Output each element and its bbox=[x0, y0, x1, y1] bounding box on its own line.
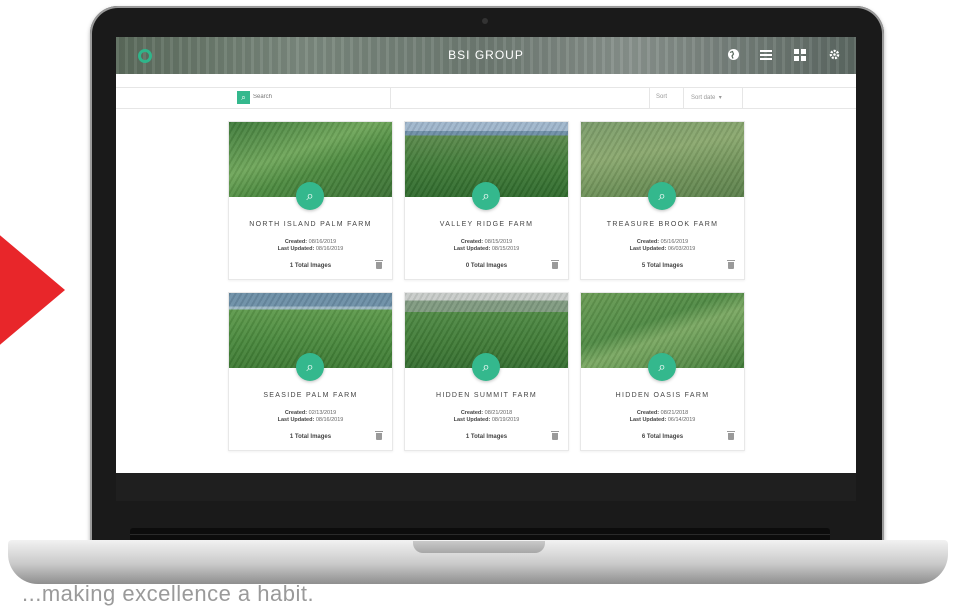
tagline: ...making excellence a habit. bbox=[22, 581, 315, 606]
app-title: BSI GROUP bbox=[448, 48, 524, 62]
trash-icon[interactable] bbox=[551, 431, 559, 440]
toolbar: ⌕ Sort Sort date ▾ bbox=[116, 87, 856, 109]
sort-select-value: Sort date bbox=[691, 95, 716, 101]
red-arrow-graphic bbox=[0, 210, 65, 370]
updated-date: Last Updated: 08/19/2019 bbox=[453, 417, 520, 423]
laptop-base-notch bbox=[413, 541, 545, 553]
trash-icon[interactable] bbox=[551, 260, 559, 269]
created-date: Created: 08/15/2019 bbox=[460, 239, 513, 245]
zoom-button[interactable]: ⌕ bbox=[296, 182, 324, 210]
app-footer bbox=[116, 473, 856, 501]
webcam bbox=[482, 18, 488, 24]
created-date: Created: 08/16/2019 bbox=[284, 239, 337, 245]
zoom-button[interactable]: ⌕ bbox=[648, 182, 676, 210]
zoom-button[interactable]: ⌕ bbox=[648, 353, 676, 381]
trash-icon[interactable] bbox=[727, 431, 735, 440]
chevron-down-icon: ▾ bbox=[717, 95, 722, 101]
search-icon: ⌕ bbox=[306, 359, 314, 374]
total-images: 0 Total Images bbox=[465, 263, 508, 269]
total-images: 5 Total Images bbox=[641, 263, 684, 269]
trash-icon[interactable] bbox=[375, 260, 383, 269]
sort-select[interactable]: Sort date ▾ bbox=[691, 94, 722, 101]
farm-title: NORTH ISLAND PALM FARM bbox=[249, 221, 372, 228]
search-icon: ⌕ bbox=[658, 188, 666, 203]
farm-card[interactable]: ⌕ VALLEY RIDGE FARM Created: 08/15/2019 … bbox=[404, 121, 569, 280]
zoom-button[interactable]: ⌕ bbox=[296, 353, 324, 381]
zoom-button[interactable]: ⌕ bbox=[472, 182, 500, 210]
toolbar-divider bbox=[390, 88, 391, 108]
farm-card[interactable]: ⌕ NORTH ISLAND PALM FARM Created: 08/16/… bbox=[228, 121, 393, 280]
updated-date: Last Updated: 08/16/2019 bbox=[277, 417, 344, 423]
farm-card[interactable]: ⌕ SEASIDE PALM FARM Created: 02/13/2019 … bbox=[228, 292, 393, 451]
farm-title: TREASURE BROOK FARM bbox=[606, 221, 719, 228]
search-icon: ⌕ bbox=[241, 93, 246, 102]
total-images: 6 Total Images bbox=[641, 434, 684, 440]
app-screen: BSI GROUP ⌕ Sort Sort date ▾ ⌕ NO bbox=[116, 37, 856, 501]
toolbar-divider bbox=[683, 88, 684, 108]
search-icon: ⌕ bbox=[658, 359, 666, 374]
farm-card[interactable]: ⌕ TREASURE BROOK FARM Created: 05/16/201… bbox=[580, 121, 745, 280]
updated-date: Last Updated: 08/15/2019 bbox=[453, 246, 520, 252]
trash-icon[interactable] bbox=[727, 260, 735, 269]
farm-card[interactable]: ⌕ HIDDEN SUMMIT FARM Created: 08/21/2018… bbox=[404, 292, 569, 451]
toolbar-divider bbox=[649, 88, 650, 108]
updated-date: Last Updated: 06/14/2019 bbox=[629, 417, 696, 423]
farm-title: SEASIDE PALM FARM bbox=[263, 392, 358, 399]
search-icon: ⌕ bbox=[482, 188, 490, 203]
farm-title: VALLEY RIDGE FARM bbox=[439, 221, 534, 228]
farm-title: HIDDEN SUMMIT FARM bbox=[435, 392, 538, 399]
red-arrow-graphic-body bbox=[0, 250, 8, 330]
total-images: 1 Total Images bbox=[465, 434, 508, 440]
search-icon: ⌕ bbox=[482, 359, 490, 374]
farm-card[interactable]: ⌕ HIDDEN OASIS FARM Created: 08/21/2018 … bbox=[580, 292, 745, 451]
search-icon: ⌕ bbox=[306, 188, 314, 203]
sort-label: Sort bbox=[656, 94, 668, 100]
gear-icon[interactable] bbox=[827, 48, 841, 62]
created-date: Created: 05/16/2019 bbox=[636, 239, 689, 245]
farm-title: HIDDEN OASIS FARM bbox=[615, 392, 710, 399]
trash-icon[interactable] bbox=[375, 431, 383, 440]
toolbar-divider bbox=[742, 88, 743, 108]
search-button[interactable]: ⌕ bbox=[237, 91, 250, 104]
list-view-icon[interactable] bbox=[759, 48, 773, 62]
updated-date: Last Updated: 06/03/2019 bbox=[629, 246, 696, 252]
search-input[interactable] bbox=[253, 91, 388, 103]
created-date: Created: 08/21/2018 bbox=[636, 410, 689, 416]
total-images: 1 Total Images bbox=[289, 263, 332, 269]
grid-view-icon[interactable] bbox=[793, 48, 807, 62]
created-date: Created: 02/13/2019 bbox=[284, 410, 337, 416]
zoom-button[interactable]: ⌕ bbox=[472, 353, 500, 381]
updated-date: Last Updated: 08/16/2019 bbox=[277, 246, 344, 252]
app-header: BSI GROUP bbox=[116, 37, 856, 74]
created-date: Created: 08/21/2018 bbox=[460, 410, 513, 416]
globe-icon[interactable] bbox=[726, 48, 740, 62]
total-images: 1 Total Images bbox=[289, 434, 332, 440]
